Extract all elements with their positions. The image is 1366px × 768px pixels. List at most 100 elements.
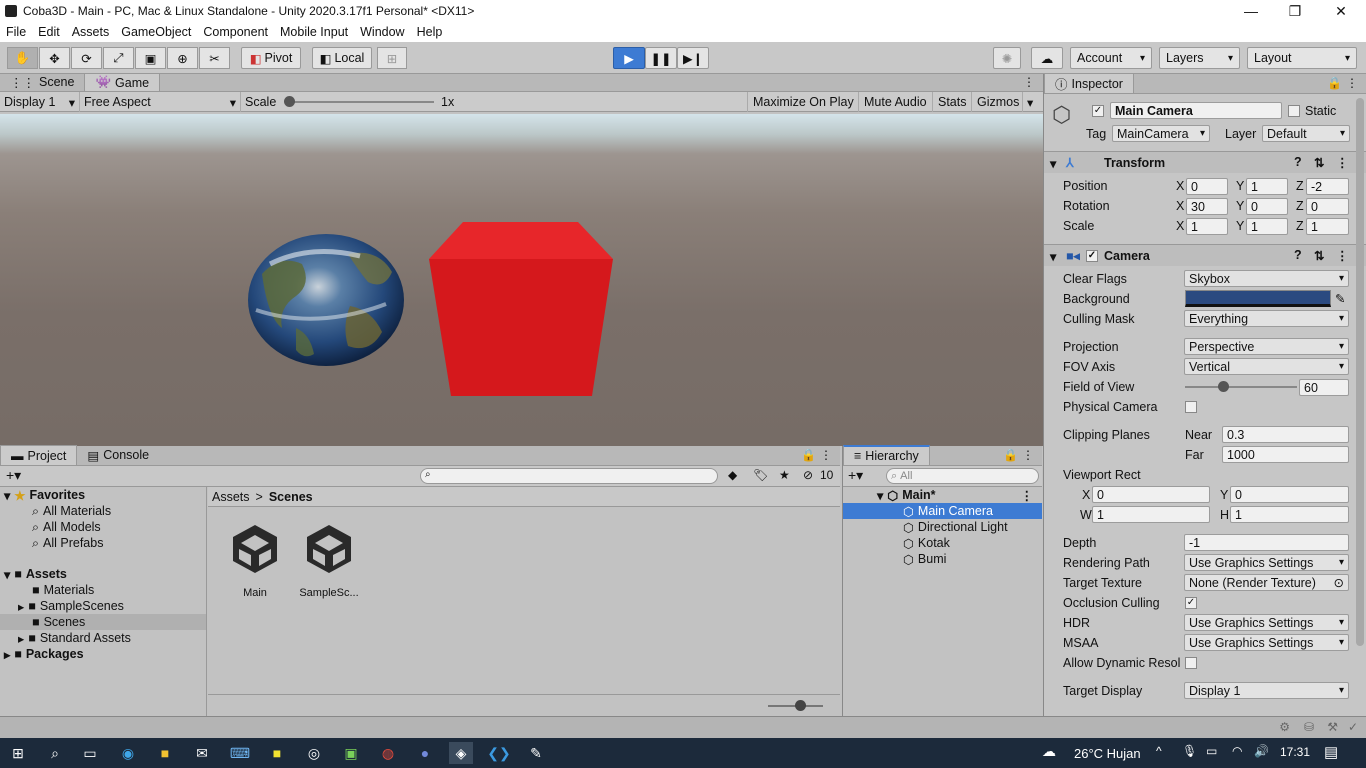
target-texture-field[interactable]: None (Render Texture) ⊙ (1184, 574, 1349, 591)
projection-dropdown[interactable]: Perspective (1184, 338, 1349, 355)
hdr-dropdown[interactable]: Use Graphics Settings (1184, 614, 1349, 631)
viewport-y-field[interactable]: 0 (1230, 486, 1349, 503)
notification-icon[interactable]: ▤ (1324, 743, 1338, 761)
menu-help[interactable]: Help (411, 25, 449, 39)
camera-header[interactable]: ▾ ■◂ ✓ Camera ? ⇅ ⋮ (1044, 244, 1366, 266)
tree-materials[interactable]: ■ Materials (32, 582, 94, 598)
tree-samplescenes[interactable]: ▸ ■ SampleScenes (18, 598, 124, 614)
display-dropdown[interactable]: Display 1 ▾ (0, 92, 80, 112)
position-y-field[interactable]: 1 (1246, 178, 1288, 195)
wifi-icon[interactable]: ◠ (1232, 744, 1242, 758)
collab-icon[interactable]: ✺ (993, 47, 1021, 69)
rotation-x-field[interactable]: 30 (1186, 198, 1228, 215)
active-checkbox[interactable]: ✓ (1092, 105, 1104, 117)
mail-icon[interactable]: ✉ (190, 742, 214, 764)
transform-tool-icon[interactable]: ⊕ (167, 47, 198, 69)
tree-assets[interactable]: ▾ ■ Assets (4, 566, 67, 582)
asset-samplescene[interactable]: SampleSc... (294, 521, 364, 601)
fov-axis-dropdown[interactable]: Vertical (1184, 358, 1349, 375)
tree-all-materials[interactable]: ⌕ All Materials (32, 503, 111, 519)
rendering-path-dropdown[interactable]: Use Graphics Settings (1184, 554, 1349, 571)
android-icon[interactable]: ▣ (339, 742, 363, 764)
minimize-button[interactable]: — (1228, 0, 1274, 22)
fov-slider-track[interactable] (1185, 386, 1297, 388)
filter-label-icon[interactable]: 🏷 (753, 468, 768, 482)
fov-field[interactable]: 60 (1299, 379, 1349, 396)
tab-hierarchy[interactable]: ≡ Hierarchy (843, 445, 930, 465)
layer-dropdown[interactable]: Default (1262, 125, 1350, 142)
local-button[interactable]: ◧ Local (312, 47, 372, 69)
menu-file[interactable]: File (0, 25, 32, 39)
help-icon[interactable]: ? (1294, 155, 1302, 169)
physical-camera-checkbox[interactable] (1185, 401, 1197, 413)
volume-icon[interactable]: 🔊 (1254, 744, 1269, 758)
windows-start-icon[interactable]: ⊞ (6, 742, 30, 764)
asset-main[interactable]: Main (220, 521, 290, 601)
depth-field[interactable]: -1 (1184, 534, 1349, 551)
play-button[interactable]: ▶ (613, 47, 645, 69)
cache-icon[interactable]: ⛁ (1304, 720, 1314, 734)
viewport-x-field[interactable]: 0 (1092, 486, 1210, 503)
battery-icon[interactable]: ▭ (1206, 744, 1217, 758)
search-icon[interactable]: ⌕ (43, 742, 67, 764)
tree-all-models[interactable]: ⌕ All Models (32, 519, 101, 535)
scale-y-field[interactable]: 1 (1246, 218, 1288, 235)
rect-tool-icon[interactable]: ▣ (135, 47, 166, 69)
weather-icon[interactable]: ☁ (1042, 743, 1056, 760)
panel-menu-icon[interactable]: ⋮ (1022, 448, 1034, 462)
eyedropper-icon[interactable]: ✎ (1335, 291, 1345, 306)
menu-window[interactable]: Window (354, 25, 410, 39)
project-search-input[interactable]: ⌕ (420, 468, 718, 484)
gizmos-dropdown-icon[interactable]: ▾ (1023, 92, 1043, 112)
hierarchy-item[interactable]: ⬡ Kotak (903, 535, 950, 551)
task-view-icon[interactable]: ▭ (78, 742, 102, 764)
preset-icon[interactable]: ⇅ (1314, 248, 1324, 263)
hierarchy-item[interactable]: ⬡ Directional Light (903, 519, 1008, 535)
keyboard-icon[interactable]: ⌨ (228, 742, 252, 764)
hidden-packages-icon[interactable]: ⊘ (803, 468, 813, 482)
gizmos-toggle[interactable]: Gizmos (973, 92, 1023, 112)
culling-mask-dropdown[interactable]: Everything (1184, 310, 1349, 327)
rotation-z-field[interactable]: 0 (1306, 198, 1349, 215)
tab-inspector[interactable]: ⓘ Inspector (1044, 73, 1134, 93)
tree-packages[interactable]: ▸ ■ Packages (4, 646, 84, 662)
menu-assets[interactable]: Assets (66, 25, 116, 39)
game-viewport[interactable] (0, 114, 1043, 446)
stats-toggle[interactable]: Stats (934, 92, 972, 112)
panel-menu-icon[interactable]: ⋮ (1346, 76, 1358, 90)
viewport-w-field[interactable]: 1 (1092, 506, 1210, 523)
filter-type-icon[interactable]: ◆ (728, 468, 737, 482)
grid-snap-icon[interactable]: ⊞ (377, 47, 407, 69)
create-plus-icon[interactable]: +▾ (848, 467, 863, 484)
near-field[interactable]: 0.3 (1222, 426, 1349, 443)
scene-menu-icon[interactable]: ⋮ (1021, 488, 1034, 503)
account-dropdown[interactable]: Account (1070, 47, 1152, 69)
transform-header[interactable]: ▾ ⅄ Transform ? ⇅ ⋮ (1044, 151, 1366, 173)
tab-game[interactable]: 👾 Game (84, 73, 161, 91)
component-menu-icon[interactable]: ⋮ (1336, 248, 1349, 263)
target-display-dropdown[interactable]: Display 1 (1184, 682, 1349, 699)
icon-size-thumb[interactable] (795, 700, 806, 711)
tray-chevron-icon[interactable]: ^ (1156, 744, 1162, 758)
scene-root[interactable]: ▾ ⬡ Main* ⋮ (877, 487, 1037, 503)
lock-icon[interactable]: 🔒 (1327, 76, 1342, 90)
lock-icon[interactable]: 🔒 (801, 448, 816, 462)
step-button[interactable]: ▶❙ (677, 47, 709, 69)
checkmark-icon[interactable]: ✓ (1348, 720, 1358, 734)
lock-icon[interactable]: 🔒 (1003, 448, 1018, 462)
menu-edit[interactable]: Edit (32, 25, 66, 39)
breadcrumb-scenes[interactable]: Scenes (269, 490, 313, 504)
create-plus-icon[interactable]: +▾ (6, 467, 21, 484)
tab-console[interactable]: ▤ Console (77, 445, 159, 465)
menu-gameobject[interactable]: GameObject (115, 25, 197, 39)
pause-button[interactable]: ❚❚ (645, 47, 677, 69)
aspect-dropdown[interactable]: Free Aspect ▾ (80, 92, 241, 112)
tree-all-prefabs[interactable]: ⌕ All Prefabs (32, 535, 103, 551)
close-button[interactable]: ✕ (1318, 0, 1364, 22)
inspector-scrollbar[interactable] (1356, 98, 1364, 646)
unity-taskbar-icon[interactable]: ◈ (449, 742, 473, 764)
layers-dropdown[interactable]: Layers (1159, 47, 1240, 69)
discord-icon[interactable]: ● (413, 742, 437, 764)
paint-icon[interactable]: ✎ (524, 742, 548, 764)
bug-icon[interactable]: ⚙ (1279, 720, 1290, 734)
